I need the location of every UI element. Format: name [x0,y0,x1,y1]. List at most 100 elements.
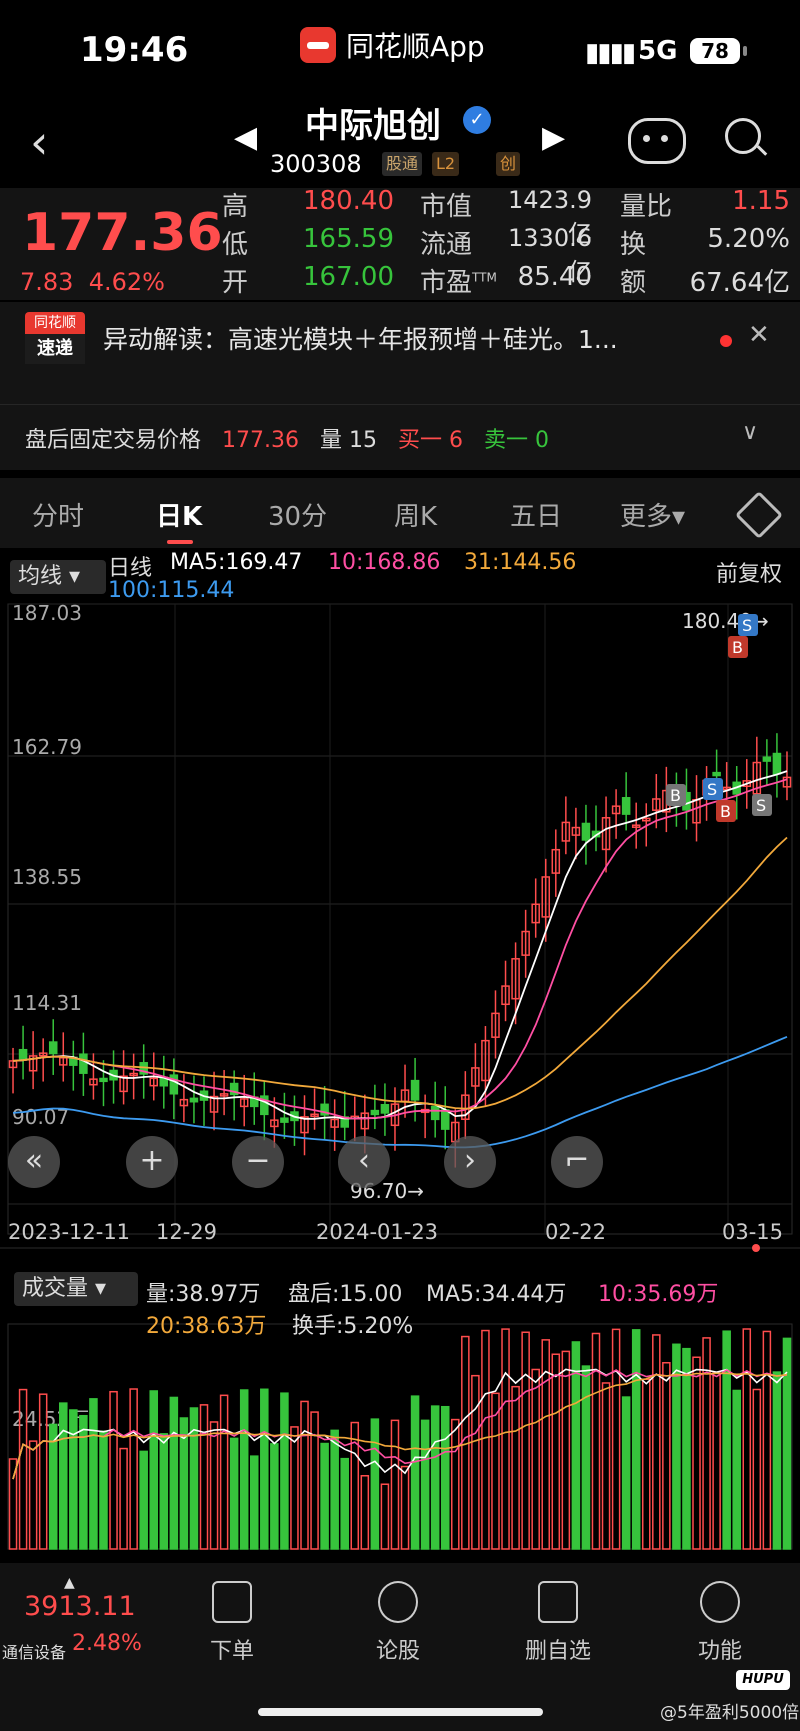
news-logo-bottom: 速递 [25,334,85,364]
volume-ma20: 20:38.63万 [146,1314,267,1339]
volume-bar [229,1437,239,1550]
last-price: 177.36 [22,203,223,263]
close-icon[interactable]: ✕ [748,320,770,350]
volume-bar [591,1332,601,1550]
volume-bar [662,1362,671,1550]
status-bar: 19:46 同花顺App ▮▮▮▮ 5G 78 [0,0,800,95]
volume-indicator-selector[interactable]: 成交量 ▾ [14,1272,138,1306]
candle-body [430,1105,440,1121]
volume-ma-line [12,1368,788,1480]
candle-body [712,771,721,777]
order-icon [212,1581,252,1623]
value-amount: 67.64亿 [689,268,790,298]
next-stock-button[interactable]: ▶ [542,120,565,155]
tab-weekly-k[interactable]: 周K [394,496,437,533]
volume-bar [129,1388,138,1550]
ma31-value: 31:144.56 [464,550,577,575]
chevron-down-icon[interactable]: ∨ [742,420,758,445]
discuss-button[interactable]: 论股 [348,1581,448,1665]
volume-bar [390,1419,400,1550]
volume-bar [99,1430,108,1550]
volume-bar [109,1390,118,1550]
after-hours-sell-label: 卖一 [483,428,528,453]
volume-bar [370,1418,380,1550]
volume-bar [290,1426,299,1550]
date-label-5: 03-15 [722,1220,784,1244]
tag-connect[interactable]: 股通 [382,152,423,176]
tab-intraday[interactable]: 分时 [32,496,84,533]
volume-bar [79,1414,88,1550]
tab-daily-k[interactable]: 日K [156,496,202,533]
y-tick-label: 162.79 [12,735,82,759]
stock-name: 中际旭创 [305,106,441,146]
zoom-out-full-button[interactable]: « [8,1136,60,1188]
ma-selector-label: 均线 [18,564,63,589]
scroll-left-button[interactable]: ‹ [338,1136,390,1188]
prev-stock-button[interactable]: ◀ [234,120,257,155]
tab-30min[interactable]: 30分 [268,496,327,533]
zoom-out-button[interactable]: − [232,1136,284,1188]
candle-body [762,756,772,762]
label-pe: 市盈TTM [420,262,497,299]
volume-bar [752,1388,762,1550]
after-hours-label: 盘后固定交易价格 [25,428,202,453]
volume-bar [631,1329,641,1550]
candle-body [380,1104,390,1114]
volume-bar [611,1328,621,1550]
label-amount: 额 [620,268,647,298]
sector-name[interactable]: 通信设备 [2,1639,66,1663]
discuss-label: 论股 [375,1639,420,1664]
adjust-mode[interactable]: 前复权 [716,556,782,588]
unread-dot [720,335,732,347]
search-icon[interactable] [725,118,761,154]
zoom-in-button[interactable]: + [126,1136,178,1188]
app-logo-icon [300,27,336,63]
news-logo-top: 同花顺 [25,312,85,334]
candle-body [772,752,782,775]
settings-icon[interactable] [734,490,784,540]
volume-ma-line [12,1368,788,1480]
tag-l2[interactable]: L2 [432,152,460,176]
fullscreen-button[interactable]: ⌐ [551,1136,603,1188]
remove-watchlist-button[interactable]: 删自选 [508,1581,608,1665]
ma-selector[interactable]: 均线 ▾ [10,560,106,594]
home-indicator[interactable] [258,1708,543,1716]
candle-body [99,1077,108,1083]
volume-bar [471,1374,480,1550]
y-tick-label: 138.55 [12,865,82,889]
back-button[interactable]: ‹ [30,115,48,169]
value-turnover: 5.20% [707,224,790,254]
quote-panel: 177.36 7.83 4.62% 高 低 开 180.40 165.59 16… [0,186,800,300]
latest-dot [752,1244,760,1252]
robot-assistant-icon[interactable] [628,118,686,164]
date-label-1: 2023-12-11 [8,1220,131,1244]
tag-chinext[interactable]: 创 [496,152,521,176]
tab-more[interactable]: 更多▾ [620,496,685,533]
signal-label: S [742,616,752,635]
volume-bar [732,1389,741,1550]
function-label: 功能 [697,1639,742,1664]
volume-bar [641,1378,651,1550]
volume-bar [249,1455,259,1550]
volume-bar [209,1421,219,1550]
sector-index-value[interactable]: 3913.11 [24,1591,136,1622]
tab-five-day[interactable]: 五日 [510,496,562,533]
kline-chart[interactable]: 187.03162.79138.55114.3190.07180.40→96.7… [0,548,800,1563]
order-button[interactable]: 下单 [182,1581,282,1665]
volume-bar [722,1330,731,1550]
volume-ma5: MA5:34.44万 [426,1282,567,1307]
date-label-2: 12-29 [156,1220,218,1244]
after-hours-row[interactable]: 盘后固定交易价格 177.36 量 15 买一 6 卖一 0 [25,422,549,454]
price-change: 7.83 4.62% [20,268,165,296]
function-button[interactable]: 功能 [670,1581,770,1665]
verified-icon: ✓ [463,106,491,134]
battery-icon: 78 [690,38,740,64]
volume-bar [501,1328,510,1550]
app-badge: 同花顺App [300,26,485,64]
news-headline[interactable]: 异动解读：高速光模块＋年报预增＋硅光。1... [103,320,618,356]
after-hours-buy-label: 买一 [397,428,442,453]
moving-average-line [12,1035,788,1149]
scroll-right-button[interactable]: › [444,1136,496,1188]
after-hours-sell: 0 [534,428,549,453]
candle-body [48,1041,58,1055]
